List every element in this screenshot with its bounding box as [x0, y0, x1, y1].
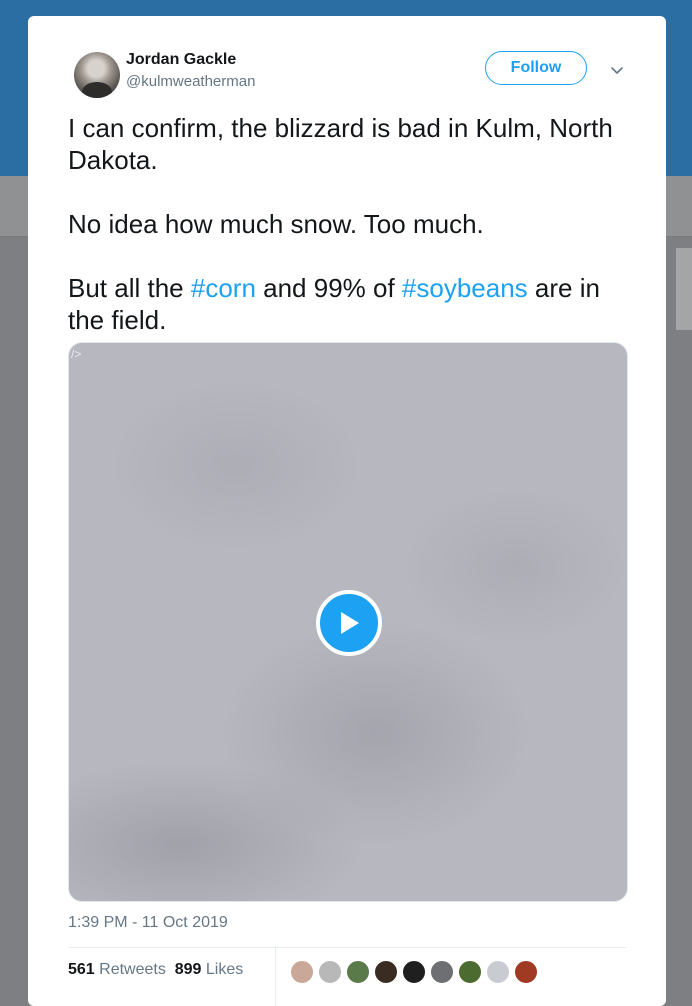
tweet-text-line2: No idea how much snow. Too much. — [68, 209, 484, 239]
play-button[interactable] — [316, 590, 382, 656]
retweets-stat[interactable]: 561 Retweets — [68, 961, 166, 978]
tweet-text-line3: But all the #corn and 99% of #soybeans a… — [68, 272, 628, 336]
likes-count: 899 — [174, 961, 202, 978]
divider — [68, 947, 626, 948]
hashtag-corn[interactable]: #corn — [191, 273, 256, 303]
tweet-stats: 561 Retweets 899 Likes — [68, 961, 243, 979]
follow-button[interactable]: Follow — [485, 51, 587, 85]
text-segment: But all the — [68, 273, 191, 303]
background-side-card — [676, 248, 692, 330]
liker-avatar[interactable] — [346, 960, 370, 984]
tweet-card: Jordan Gackle @kulmweatherman Follow I c… — [28, 16, 666, 1006]
tweet-text-line1: I can confirm, the blizzard is bad in Ku… — [68, 113, 613, 175]
avatar[interactable] — [74, 52, 120, 98]
liker-avatars — [290, 960, 538, 984]
tweet-text: I can confirm, the blizzard is bad in Ku… — [68, 112, 628, 336]
chevron-down-icon[interactable] — [610, 64, 624, 78]
liker-avatar[interactable] — [514, 960, 538, 984]
liker-avatar[interactable] — [458, 960, 482, 984]
tweet-timestamp[interactable]: 1:39 PM - 11 Oct 2019 — [68, 914, 228, 932]
video-player[interactable]: /> — [68, 342, 628, 902]
liker-avatar[interactable] — [486, 960, 510, 984]
text-segment: and 99% of — [255, 273, 402, 303]
retweets-count: 561 — [68, 961, 95, 978]
stats-separator — [275, 946, 276, 1006]
hashtag-soybeans[interactable]: #soybeans — [402, 273, 528, 303]
author-handle[interactable]: @kulmweatherman — [126, 73, 255, 90]
liker-avatar[interactable] — [318, 960, 342, 984]
liker-avatar[interactable] — [402, 960, 426, 984]
likes-stat[interactable]: 899 Likes — [175, 961, 244, 978]
retweets-label: Retweets — [99, 961, 166, 978]
likes-label: Likes — [205, 961, 244, 978]
author-name[interactable]: Jordan Gackle — [126, 51, 236, 69]
play-icon — [341, 612, 359, 634]
liker-avatar[interactable] — [374, 960, 398, 984]
liker-avatar[interactable] — [430, 960, 454, 984]
liker-avatar[interactable] — [290, 960, 314, 984]
media-tag: /> — [71, 347, 82, 361]
